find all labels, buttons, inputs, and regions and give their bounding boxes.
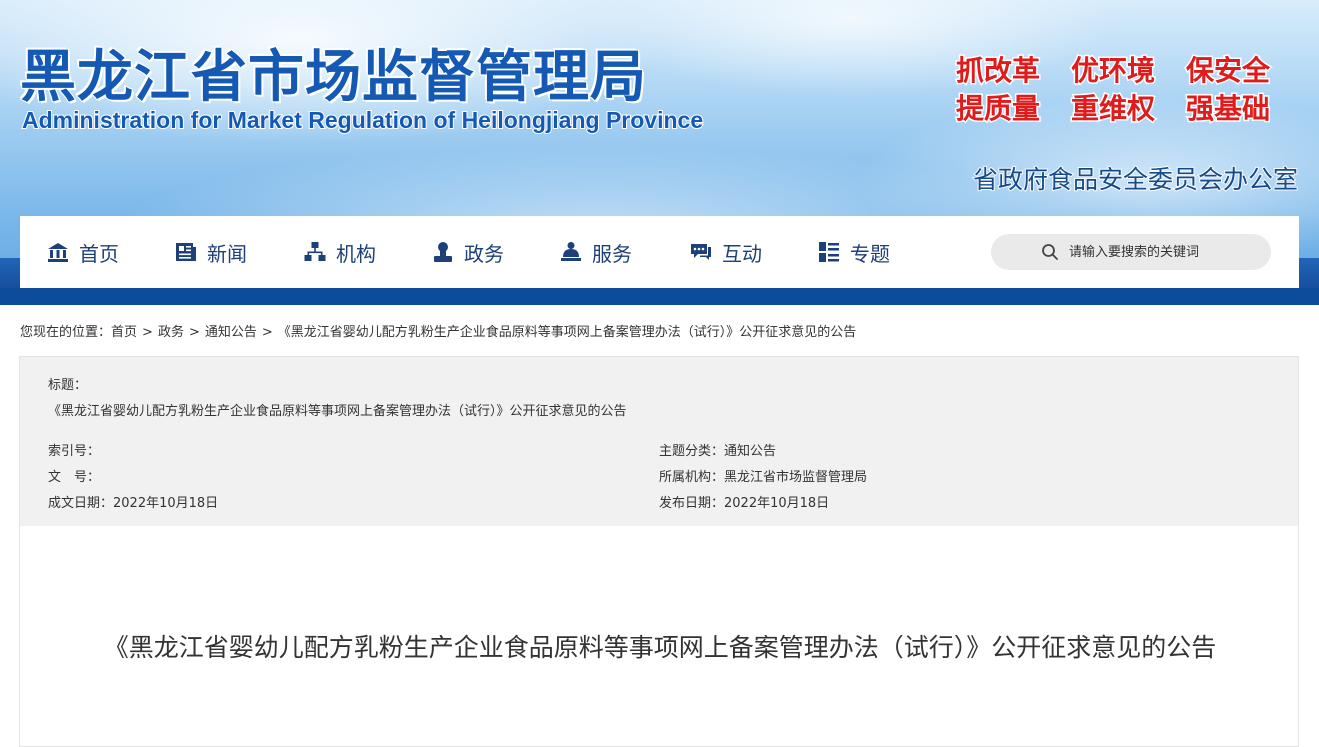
slogan-grid: 抓改革 优环境 保安全 提质量 重维权 强基础 — [955, 53, 1301, 127]
info-published-value: 2022年10月18日 — [724, 496, 830, 511]
slogan-4: 提质量 — [955, 91, 1042, 127]
nav-item-interact[interactable]: 互动 — [690, 216, 762, 288]
home-icon — [48, 243, 68, 262]
breadcrumb-prefix: 您现在的位置： — [20, 325, 112, 340]
slogan-2: 优环境 — [1070, 53, 1157, 89]
breadcrumb-separator: > — [188, 325, 200, 340]
nav-label-org: 机构 — [336, 241, 376, 266]
slogan-3: 保安全 — [1185, 53, 1272, 89]
info-index: 索引号： — [48, 440, 100, 459]
breadcrumb-separator: > — [142, 325, 153, 340]
info-agency: 所属机构：黑龙江省市场监督管理局 — [659, 466, 867, 485]
chat-icon — [691, 244, 711, 260]
slogan-1: 抓改革 — [955, 53, 1042, 89]
nav-label-topics: 专题 — [850, 241, 890, 266]
nav-label-service: 服务 — [592, 241, 632, 266]
article-title: 《黑龙江省婴幼儿配方乳粉生产企业食品原料等事项网上备案管理办法（试行）》公开征求… — [103, 633, 1217, 662]
search-input[interactable] — [1067, 236, 1261, 268]
info-created: 成文日期：2022年10月18日 — [48, 492, 218, 511]
breadcrumb-current[interactable]: 《黑龙江省婴幼儿配方乳粉生产企业食品原料等事项网上备案管理办法（试行）》公开征求… — [278, 325, 857, 340]
search-icon[interactable] — [1041, 243, 1059, 261]
info-published-label: 发布日期： — [659, 496, 725, 511]
info-created-value: 2022年10月18日 — [113, 496, 219, 511]
site-title-cn: 黑龙江省市场监督管理局 — [19, 44, 647, 111]
breadcrumb-affairs[interactable]: 政务 — [158, 325, 184, 340]
info-agency-label: 所属机构： — [659, 470, 725, 485]
nav-label-affairs: 政务 — [464, 241, 504, 266]
article-body: 《黑龙江省婴幼儿配方乳粉生产企业食品原料等事项网上备案管理办法（试行）》公开征求… — [19, 526, 1299, 747]
nav-item-service[interactable]: 服务 — [560, 216, 632, 288]
info-doc-no: 文 号： — [48, 466, 100, 485]
breadcrumb-home[interactable]: 首页 — [111, 325, 137, 340]
info-title-value: 《黑龙江省婴幼儿配方乳粉生产企业食品原料等事项网上备案管理办法（试行）》公开征求… — [48, 404, 627, 419]
service-icon — [561, 242, 581, 261]
nav-label-interact: 互动 — [722, 241, 762, 266]
banner-band-bottom — [0, 288, 1319, 305]
org-icon — [304, 242, 326, 261]
info-index-label: 索引号： — [48, 444, 101, 459]
info-category-value: 通知公告 — [724, 444, 777, 459]
news-icon — [176, 243, 196, 261]
search-box — [991, 234, 1271, 270]
site-banner: 黑龙江省市场监督管理局 Administration for Market Re… — [0, 0, 1319, 305]
info-published: 发布日期：2022年10月18日 — [659, 492, 829, 511]
main-nav: 首页 新闻 机构 政务 服务 互动 专题 请输入要搜索的关键词 — [20, 216, 1299, 288]
document-info-box: 标题： 《黑龙江省婴幼儿配方乳粉生产企业食品原料等事项网上备案管理办法（试行）》… — [19, 356, 1299, 527]
nav-item-news[interactable]: 新闻 — [175, 216, 247, 288]
nav-item-affairs[interactable]: 政务 — [432, 216, 504, 288]
nav-item-home[interactable]: 首页 — [47, 216, 119, 288]
info-title-label: 标题： — [48, 378, 88, 393]
info-agency-value: 黑龙江省市场监督管理局 — [724, 470, 868, 485]
info-category: 主题分类：通知公告 — [659, 440, 776, 459]
nav-item-org[interactable]: 机构 — [304, 216, 376, 288]
nav-label-news: 新闻 — [207, 241, 247, 266]
nav-item-topics[interactable]: 专题 — [818, 216, 890, 288]
info-doc-no-label: 文 号： — [48, 470, 101, 485]
breadcrumb-separator: > — [261, 325, 273, 340]
slogan-5: 重维权 — [1070, 91, 1157, 127]
site-title-en: Administration for Market Regulation of … — [21, 106, 704, 134]
slogan-6: 强基础 — [1185, 91, 1272, 127]
breadcrumb-notices[interactable]: 通知公告 — [205, 325, 257, 340]
nav-label-home: 首页 — [79, 241, 119, 266]
breadcrumb: 您现在的位置：首页 > 政务 > 通知公告 > 《黑龙江省婴幼儿配方乳粉生产企业食品原料等事… — [20, 321, 1300, 340]
info-created-label: 成文日期： — [48, 496, 114, 511]
affairs-icon — [434, 242, 452, 262]
office-name: 省政府食品安全委员会办公室 — [972, 164, 1299, 195]
topics-icon — [819, 242, 839, 262]
info-category-label: 主题分类： — [659, 444, 725, 459]
